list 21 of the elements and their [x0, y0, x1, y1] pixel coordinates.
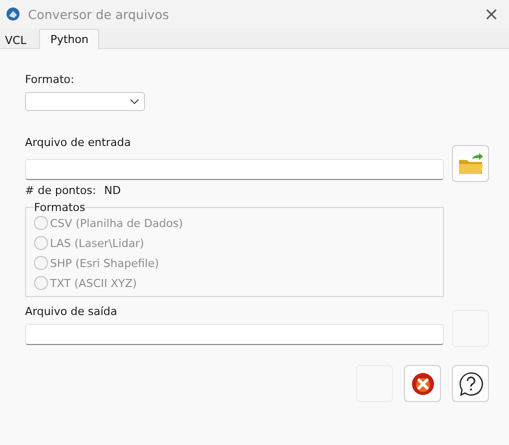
output-field[interactable]: [25, 324, 444, 344]
chevron-down-icon: [130, 99, 139, 104]
group-title: Formatos: [34, 201, 86, 214]
points-value: ND: [104, 184, 121, 197]
input-field[interactable]: [25, 159, 444, 180]
window-title: Conversor de arquivos: [28, 6, 170, 22]
cancel-button[interactable]: [404, 365, 441, 402]
app-logo-icon: [6, 7, 20, 21]
help-button[interactable]: [452, 365, 489, 402]
folder-icon: [458, 152, 484, 176]
format-dropdown[interactable]: [25, 92, 145, 111]
field-label: Arquivo de entrada: [25, 136, 132, 149]
close-button[interactable]: ×: [480, 4, 503, 24]
tab[interactable]: Python: [39, 29, 100, 49]
open-file-button[interactable]: [452, 145, 489, 182]
field-label: Arquivo de saída: [25, 305, 118, 318]
points-label: # de pontos:: [25, 184, 96, 197]
field-label: Formato:: [25, 73, 76, 86]
help-icon: [458, 370, 484, 396]
cancel-icon: [410, 372, 434, 396]
tab[interactable]: VCL: [0, 31, 32, 48]
